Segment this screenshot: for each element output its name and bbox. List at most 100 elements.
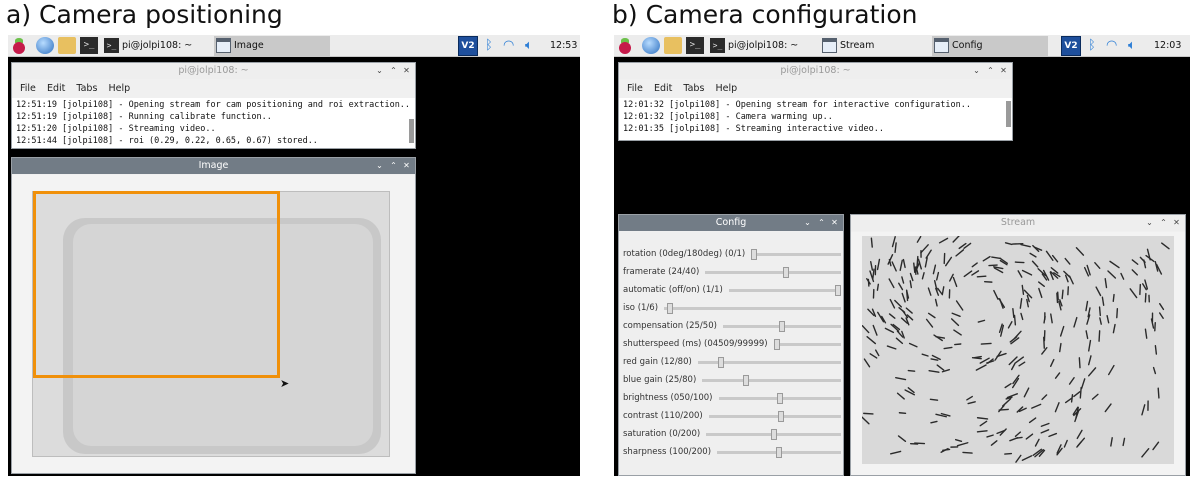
config-slider[interactable] [722,321,841,332]
close-icon[interactable]: ✕ [1171,215,1182,231]
slider-handle[interactable] [718,357,725,368]
maximize-icon[interactable]: ⌃ [985,63,996,79]
slider-handle[interactable] [778,321,785,332]
config-slider[interactable] [728,285,841,296]
fish-mark [1054,402,1060,413]
close-icon[interactable]: ✕ [998,63,1009,79]
fish-mark [966,395,973,401]
clock[interactable]: 12:03 [1154,36,1181,56]
config-slider[interactable] [702,375,841,386]
image-window[interactable]: Image ⌄ ⌃ ✕ ➤ [11,157,416,474]
slider-handle[interactable] [743,375,750,386]
wifi-icon[interactable]: ◠ [1106,36,1117,56]
fish-mark [1091,393,1099,400]
menu-edit[interactable]: Edit [654,80,672,97]
terminal-output[interactable]: 12:01:32 [jolpi108] - Opening stream for… [619,98,1012,140]
config-slider-label: compensation (25/50) [623,321,717,331]
volume-icon[interactable]: 🔈︎ [1128,36,1136,56]
maximize-icon[interactable]: ⌃ [388,63,399,79]
taskbar-task-terminal[interactable]: >_ pi@jolpi108: ~ [708,36,816,56]
taskbar-task-stream[interactable]: Stream [820,36,930,56]
terminal-window[interactable]: pi@jolpi108: ~ ⌄ ⌃ ✕ File Edit Tabs Help… [618,62,1013,141]
raspberry-pi-menu-icon[interactable] [617,38,633,54]
menu-tabs[interactable]: Tabs [76,80,97,97]
slider-handle[interactable] [776,393,783,404]
menu-help[interactable]: Help [108,80,130,97]
config-slider[interactable] [717,447,841,458]
file-manager-icon[interactable] [58,37,76,54]
minimize-icon[interactable]: ⌄ [374,158,385,174]
minimize-icon[interactable]: ⌄ [374,63,385,79]
web-browser-icon[interactable] [642,37,660,54]
fish-mark [920,244,929,254]
close-icon[interactable]: ✕ [829,215,840,231]
file-manager-icon[interactable] [664,37,682,54]
terminal-window[interactable]: pi@jolpi108: ~ ⌄ ⌃ ✕ File Edit Tabs Help… [11,62,416,149]
wifi-icon[interactable]: ◠ [503,36,514,56]
volume-icon[interactable]: 🔈︎ [525,36,533,56]
config-slider[interactable] [697,357,841,368]
stream-window[interactable]: Stream ⌄ ⌃ ✕ [850,214,1186,476]
terminal-icon[interactable]: >_ [80,37,98,54]
config-slider[interactable] [718,393,841,404]
fish-mark [1068,377,1075,385]
slider-handle[interactable] [667,303,674,314]
fish-mark [1131,259,1139,265]
terminal-scrollbar[interactable] [1006,99,1011,138]
config-slider[interactable] [773,339,841,350]
camera-image[interactable]: ➤ [12,175,415,473]
fish-mark [1061,289,1064,300]
slider-handle[interactable] [778,411,785,422]
terminal-output[interactable]: 12:51:19 [jolpi108] - Opening stream for… [12,98,415,148]
vnc-icon[interactable]: V2 [458,36,478,56]
menu-tabs[interactable]: Tabs [683,80,704,97]
fish-mark [1025,433,1034,440]
web-browser-icon[interactable] [36,37,54,54]
close-icon[interactable]: ✕ [401,63,412,79]
roi-selection-box[interactable] [33,191,280,378]
close-icon[interactable]: ✕ [401,158,412,174]
slider-handle[interactable] [783,267,790,278]
bluetooth-icon[interactable]: ᛒ [1088,36,1096,56]
config-slider-label: automatic (off/on) (1/1) [623,285,723,295]
minimize-icon[interactable]: ⌄ [971,63,982,79]
config-slider[interactable] [751,249,841,260]
terminal-scrollbar[interactable] [409,99,414,146]
maximize-icon[interactable]: ⌃ [388,158,399,174]
menu-file[interactable]: File [20,80,36,97]
menu-file[interactable]: File [627,80,643,97]
window-titlebar[interactable]: pi@jolpi108: ~ ⌄ ⌃ ✕ [619,63,1012,79]
maximize-icon[interactable]: ⌃ [816,215,827,231]
stream-view[interactable] [851,232,1185,475]
slider-handle[interactable] [835,285,841,296]
bluetooth-icon[interactable]: ᛒ [485,36,493,56]
taskbar-task-image[interactable]: Image [214,36,330,56]
minimize-icon[interactable]: ⌄ [1144,215,1155,231]
menu-edit[interactable]: Edit [47,80,65,97]
config-slider[interactable] [708,411,841,422]
window-titlebar[interactable]: Stream ⌄ ⌃ ✕ [851,215,1185,231]
clock[interactable]: 12:53 [550,36,577,56]
slider-handle[interactable] [770,429,777,440]
menu-help[interactable]: Help [715,80,737,97]
config-slider[interactable] [664,303,841,314]
config-slider[interactable] [705,267,841,278]
window-titlebar[interactable]: pi@jolpi108: ~ ⌄ ⌃ ✕ [12,63,415,79]
window-titlebar[interactable]: Image ⌄ ⌃ ✕ [12,158,415,174]
vnc-icon[interactable]: V2 [1061,36,1081,56]
raspberry-pi-menu-icon[interactable] [11,38,27,54]
fish-mark [905,307,913,314]
window-titlebar[interactable]: Config ⌄ ⌃ ✕ [619,215,843,231]
slider-handle[interactable] [773,339,780,350]
config-window[interactable]: Config ⌄ ⌃ ✕ rotation (0deg/180deg) (0/1… [618,214,844,476]
slider-handle[interactable] [776,447,783,458]
taskbar-task-terminal[interactable]: >_ pi@jolpi108: ~ [102,36,210,56]
terminal-icon[interactable]: >_ [686,37,704,54]
fish-mark [1154,344,1158,355]
slider-handle[interactable] [751,249,758,260]
config-slider[interactable] [706,429,841,440]
minimize-icon[interactable]: ⌄ [802,215,813,231]
taskbar-task-config[interactable]: Config [932,36,1048,56]
fish-mark [894,299,902,308]
maximize-icon[interactable]: ⌃ [1158,215,1169,231]
